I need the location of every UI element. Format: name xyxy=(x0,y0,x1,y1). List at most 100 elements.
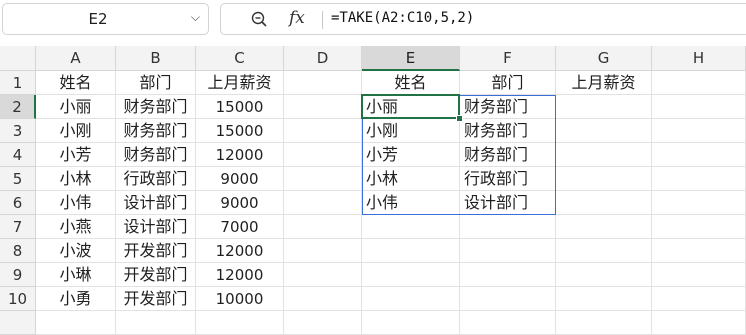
cell[interactable] xyxy=(284,167,362,191)
cell[interactable] xyxy=(652,71,746,95)
data-cell[interactable]: 10000 xyxy=(196,287,284,311)
data-cell[interactable]: 开发部门 xyxy=(116,263,196,287)
data-cell[interactable]: 小琳 xyxy=(36,263,116,287)
spill-cell[interactable]: 财务部门 xyxy=(460,119,556,143)
cell[interactable] xyxy=(556,119,652,143)
cell[interactable] xyxy=(556,311,652,335)
cell[interactable] xyxy=(284,215,362,239)
cell[interactable] xyxy=(652,239,746,263)
header-cell[interactable]: 部门 xyxy=(116,71,196,95)
formula-text[interactable]: =TAKE(A2:C10,5,2) xyxy=(331,10,474,26)
cell[interactable] xyxy=(556,167,652,191)
cell[interactable] xyxy=(652,143,746,167)
data-cell[interactable]: 小伟 xyxy=(36,191,116,215)
column-header-g[interactable]: G xyxy=(556,46,652,71)
cell[interactable] xyxy=(556,239,652,263)
column-header-b[interactable]: B xyxy=(116,46,196,71)
cell[interactable] xyxy=(556,215,652,239)
data-cell[interactable]: 12000 xyxy=(196,239,284,263)
cell[interactable] xyxy=(284,119,362,143)
data-cell[interactable]: 12000 xyxy=(196,263,284,287)
data-cell[interactable]: 9000 xyxy=(196,191,284,215)
data-cell[interactable]: 行政部门 xyxy=(116,167,196,191)
spill-cell[interactable]: 小芳 xyxy=(362,143,460,167)
column-header-c[interactable]: C xyxy=(196,46,284,71)
cell[interactable] xyxy=(556,287,652,311)
column-header-f[interactable]: F xyxy=(460,46,556,71)
cell[interactable] xyxy=(460,215,556,239)
header-cell[interactable]: 上月薪资 xyxy=(556,71,652,95)
cell[interactable] xyxy=(652,191,746,215)
row-header[interactable]: 9 xyxy=(0,263,36,287)
cell[interactable] xyxy=(362,215,460,239)
header-cell[interactable]: 上月薪资 xyxy=(196,71,284,95)
data-cell[interactable]: 小刚 xyxy=(36,119,116,143)
name-box[interactable]: E2 ⌵ xyxy=(2,3,209,35)
cell[interactable] xyxy=(652,167,746,191)
cell[interactable] xyxy=(460,263,556,287)
data-cell[interactable]: 7000 xyxy=(196,215,284,239)
cell[interactable] xyxy=(556,191,652,215)
cell[interactable] xyxy=(652,263,746,287)
cell[interactable] xyxy=(284,71,362,95)
header-cell[interactable]: 部门 xyxy=(460,71,556,95)
cell[interactable] xyxy=(652,215,746,239)
cell[interactable] xyxy=(116,311,196,335)
data-cell[interactable]: 财务部门 xyxy=(116,143,196,167)
cell[interactable] xyxy=(460,287,556,311)
spill-cell[interactable]: 小伟 xyxy=(362,191,460,215)
cell[interactable] xyxy=(556,143,652,167)
data-cell[interactable]: 设计部门 xyxy=(116,215,196,239)
cell[interactable] xyxy=(284,263,362,287)
cell[interactable] xyxy=(556,263,652,287)
row-header[interactable] xyxy=(0,311,36,335)
spill-cell[interactable]: 小丽 xyxy=(362,95,460,119)
column-header-d[interactable]: D xyxy=(284,46,362,71)
cell[interactable] xyxy=(284,311,362,335)
row-header[interactable]: 2 xyxy=(0,95,36,119)
data-cell[interactable]: 9000 xyxy=(196,167,284,191)
row-header[interactable]: 10 xyxy=(0,287,36,311)
data-cell[interactable]: 开发部门 xyxy=(116,287,196,311)
cell[interactable] xyxy=(460,239,556,263)
header-cell[interactable]: 姓名 xyxy=(362,71,460,95)
spill-cell[interactable]: 小刚 xyxy=(362,119,460,143)
row-header[interactable]: 3 xyxy=(0,119,36,143)
column-header-a[interactable]: A xyxy=(36,46,116,71)
row-header[interactable]: 4 xyxy=(0,143,36,167)
spill-cell[interactable]: 设计部门 xyxy=(460,191,556,215)
cell[interactable] xyxy=(284,239,362,263)
data-cell[interactable]: 开发部门 xyxy=(116,239,196,263)
row-header[interactable]: 8 xyxy=(0,239,36,263)
formula-input-area[interactable]: fx =TAKE(A2:C10,5,2) xyxy=(220,3,746,35)
cell[interactable] xyxy=(284,95,362,119)
cell[interactable] xyxy=(362,239,460,263)
cell[interactable] xyxy=(460,311,556,335)
column-header-h[interactable]: H xyxy=(652,46,746,71)
cell[interactable] xyxy=(196,311,284,335)
row-header[interactable]: 1 xyxy=(0,71,36,95)
data-cell[interactable]: 12000 xyxy=(196,143,284,167)
data-cell[interactable]: 小林 xyxy=(36,167,116,191)
cell[interactable] xyxy=(36,311,116,335)
data-cell[interactable]: 财务部门 xyxy=(116,119,196,143)
cell[interactable] xyxy=(284,143,362,167)
column-header-e[interactable]: E xyxy=(362,46,460,71)
chevron-down-icon[interactable]: ⌵ xyxy=(191,10,200,25)
data-cell[interactable]: 小波 xyxy=(36,239,116,263)
cell[interactable] xyxy=(652,311,746,335)
data-cell[interactable]: 15000 xyxy=(196,95,284,119)
cell[interactable] xyxy=(284,191,362,215)
row-header[interactable]: 5 xyxy=(0,167,36,191)
data-cell[interactable]: 小燕 xyxy=(36,215,116,239)
row-header[interactable]: 6 xyxy=(0,191,36,215)
cell[interactable] xyxy=(362,287,460,311)
cell[interactable] xyxy=(556,95,652,119)
data-cell[interactable]: 小勇 xyxy=(36,287,116,311)
spill-cell[interactable]: 财务部门 xyxy=(460,143,556,167)
data-cell[interactable]: 15000 xyxy=(196,119,284,143)
cell[interactable] xyxy=(652,287,746,311)
row-header[interactable]: 7 xyxy=(0,215,36,239)
select-all-corner[interactable] xyxy=(0,46,36,71)
zoom-icon[interactable] xyxy=(251,11,267,27)
